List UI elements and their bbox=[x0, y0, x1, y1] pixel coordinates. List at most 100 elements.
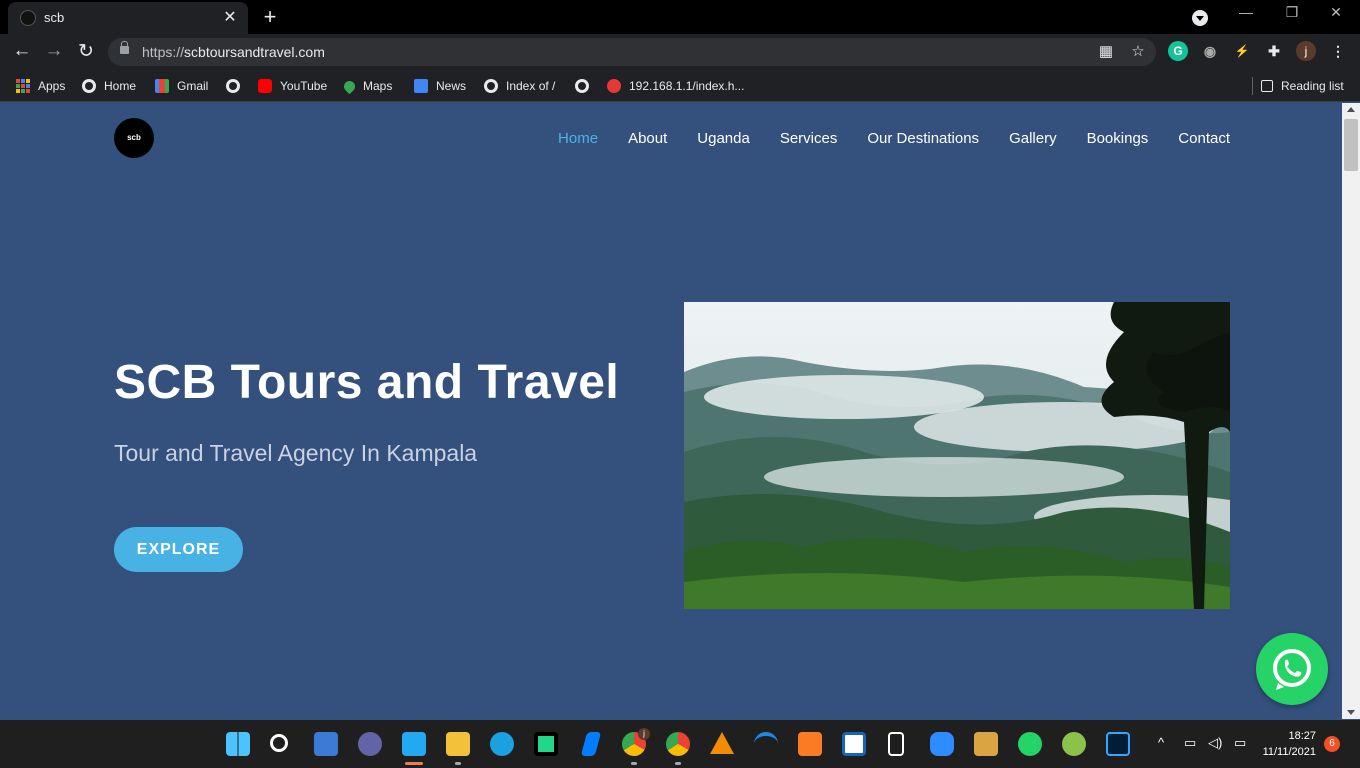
bookmark-index[interactable]: Index of / bbox=[484, 77, 555, 95]
explore-button[interactable]: EXPLORE bbox=[114, 527, 243, 572]
bookmark-star-icon[interactable]: ☆ bbox=[1128, 42, 1148, 60]
windows-taskbar: j ^ ▭ ◁) ▭ 18:27 11/11/2021 6 bbox=[0, 720, 1360, 768]
bookmarks-bar: Apps Home Gmail YouTube Maps News Index … bbox=[0, 70, 1360, 102]
grammarly-icon[interactable]: G bbox=[1168, 41, 1188, 61]
typing-practice-icon[interactable] bbox=[974, 732, 998, 756]
xampp-icon[interactable] bbox=[798, 732, 822, 756]
bookmark-home[interactable]: Home bbox=[82, 77, 136, 95]
zoom-icon[interactable] bbox=[930, 732, 954, 756]
maps-icon bbox=[341, 78, 358, 94]
bookmark-gmail[interactable]: Gmail bbox=[155, 77, 208, 95]
vlc-icon[interactable] bbox=[710, 732, 734, 754]
bookmark-globe-2[interactable] bbox=[575, 77, 597, 95]
bookmark-news[interactable]: News bbox=[414, 77, 466, 95]
scroll-down-arrow-icon[interactable] bbox=[1347, 710, 1355, 715]
bookmark-label: Index of / bbox=[506, 79, 556, 93]
bookmark-label: Apps bbox=[38, 79, 66, 93]
nav-contact[interactable]: Contact bbox=[1178, 130, 1230, 147]
bookmark-apps[interactable]: Apps bbox=[16, 77, 65, 95]
vscode-icon[interactable] bbox=[402, 732, 426, 756]
clock-time: 18:27 bbox=[1288, 730, 1316, 742]
extension-eye-icon[interactable]: ◉ bbox=[1200, 41, 1220, 61]
url-scheme: https:// bbox=[142, 44, 185, 60]
reading-list-button[interactable]: Reading list bbox=[1252, 77, 1344, 95]
main-navigation: Home About Uganda Services Our Destinati… bbox=[558, 130, 1230, 147]
photoshop-icon[interactable] bbox=[1106, 732, 1130, 756]
widgets-icon[interactable] bbox=[314, 732, 338, 756]
gmail-icon bbox=[155, 79, 169, 93]
running-indicator bbox=[675, 762, 681, 765]
wifi-tool-icon[interactable] bbox=[754, 732, 778, 756]
globe-icon bbox=[226, 79, 240, 93]
bookmark-label: News bbox=[436, 79, 467, 93]
search-icon[interactable] bbox=[270, 734, 288, 752]
extension-bolt-icon[interactable]: ⚡ bbox=[1232, 41, 1252, 61]
page-scrollbar[interactable] bbox=[1342, 103, 1360, 719]
scroll-up-arrow-icon[interactable] bbox=[1347, 107, 1355, 112]
tray-overflow-chevron-icon[interactable]: ^ bbox=[1158, 735, 1164, 750]
nav-gallery[interactable]: Gallery bbox=[1009, 130, 1057, 147]
globe-icon bbox=[575, 79, 589, 93]
new-tab-button[interactable]: + bbox=[258, 4, 282, 30]
running-indicator bbox=[631, 762, 637, 765]
teams-chat-icon[interactable] bbox=[358, 732, 382, 756]
bookmark-globe[interactable] bbox=[226, 77, 248, 95]
app-y-icon[interactable] bbox=[1062, 732, 1086, 756]
reload-button[interactable]: ↻ bbox=[74, 40, 98, 63]
volume-icon[interactable]: ◁) bbox=[1208, 735, 1222, 751]
nav-about[interactable]: About bbox=[628, 130, 667, 147]
bookmark-label: 192.168.1.1/index.h... bbox=[629, 79, 745, 93]
bookmark-label: Gmail bbox=[177, 79, 209, 93]
logo-text: scb bbox=[127, 133, 141, 142]
bookmark-label: Home bbox=[104, 79, 137, 93]
bookmark-router[interactable]: 192.168.1.1/index.h... bbox=[607, 77, 744, 95]
nav-uganda[interactable]: Uganda bbox=[697, 130, 750, 147]
network-icon[interactable]: ▭ bbox=[1184, 735, 1196, 751]
start-windows-icon[interactable] bbox=[226, 732, 250, 756]
flutter-icon[interactable] bbox=[580, 732, 602, 756]
nav-home[interactable]: Home bbox=[558, 130, 598, 147]
news-icon bbox=[414, 79, 428, 93]
extensions-puzzle-icon[interactable]: ✚ bbox=[1264, 41, 1284, 61]
bookmark-youtube[interactable]: YouTube bbox=[258, 77, 327, 95]
globe-icon bbox=[82, 79, 96, 93]
whatsapp-desktop-icon[interactable] bbox=[1018, 732, 1042, 756]
url-text[interactable]: https://scbtoursandtravel.com bbox=[142, 44, 325, 60]
clock-date: 11/11/2021 bbox=[1262, 746, 1316, 758]
back-button[interactable]: ← bbox=[10, 40, 34, 62]
webpage-viewport: scb Home About Uganda Services Our Desti… bbox=[0, 103, 1342, 719]
pycharm-icon[interactable] bbox=[534, 732, 558, 756]
chrome-menu-icon[interactable]: ⋮ bbox=[1328, 41, 1348, 61]
nav-destinations[interactable]: Our Destinations bbox=[867, 130, 979, 147]
site-logo[interactable]: scb bbox=[114, 118, 154, 158]
chrome-profile-icon[interactable] bbox=[666, 732, 690, 756]
profile-avatar[interactable]: j bbox=[1296, 41, 1316, 61]
phone-link-icon[interactable] bbox=[888, 732, 904, 756]
reading-list-label: Reading list bbox=[1281, 79, 1344, 93]
tab-search-button[interactable] bbox=[1192, 10, 1208, 26]
qr-code-icon[interactable]: ▦ bbox=[1096, 42, 1116, 60]
minimize-button[interactable]: — bbox=[1226, 4, 1266, 20]
nav-services[interactable]: Services bbox=[780, 130, 838, 147]
system-clock[interactable]: 18:27 11/11/2021 bbox=[1262, 728, 1316, 760]
browser-tab[interactable]: scb ✕ bbox=[8, 2, 248, 34]
remote-desktop-icon[interactable] bbox=[842, 732, 866, 756]
address-bar[interactable]: https://scbtoursandtravel.com ▦ ☆ bbox=[108, 38, 1156, 66]
lock-icon[interactable] bbox=[120, 41, 129, 54]
close-tab-icon[interactable]: ✕ bbox=[220, 7, 240, 27]
scrollbar-thumb[interactable] bbox=[1344, 119, 1358, 171]
router-icon bbox=[607, 79, 621, 93]
close-window-button[interactable]: ✕ bbox=[1316, 4, 1356, 21]
forward-button[interactable]: → bbox=[42, 40, 66, 62]
tab-title: scb bbox=[44, 10, 65, 25]
bookmark-maps[interactable]: Maps bbox=[341, 77, 393, 95]
battery-icon[interactable]: ▭ bbox=[1234, 735, 1246, 751]
restore-button[interactable]: ❐ bbox=[1272, 4, 1312, 21]
notification-badge[interactable]: 6 bbox=[1324, 736, 1340, 752]
nav-bookings[interactable]: Bookings bbox=[1087, 130, 1149, 147]
whatsapp-chat-button[interactable] bbox=[1256, 633, 1328, 705]
youtube-icon bbox=[258, 79, 272, 93]
file-explorer-icon[interactable] bbox=[446, 732, 470, 756]
bookmark-label: Maps bbox=[363, 79, 393, 93]
edge-icon[interactable] bbox=[490, 732, 514, 756]
